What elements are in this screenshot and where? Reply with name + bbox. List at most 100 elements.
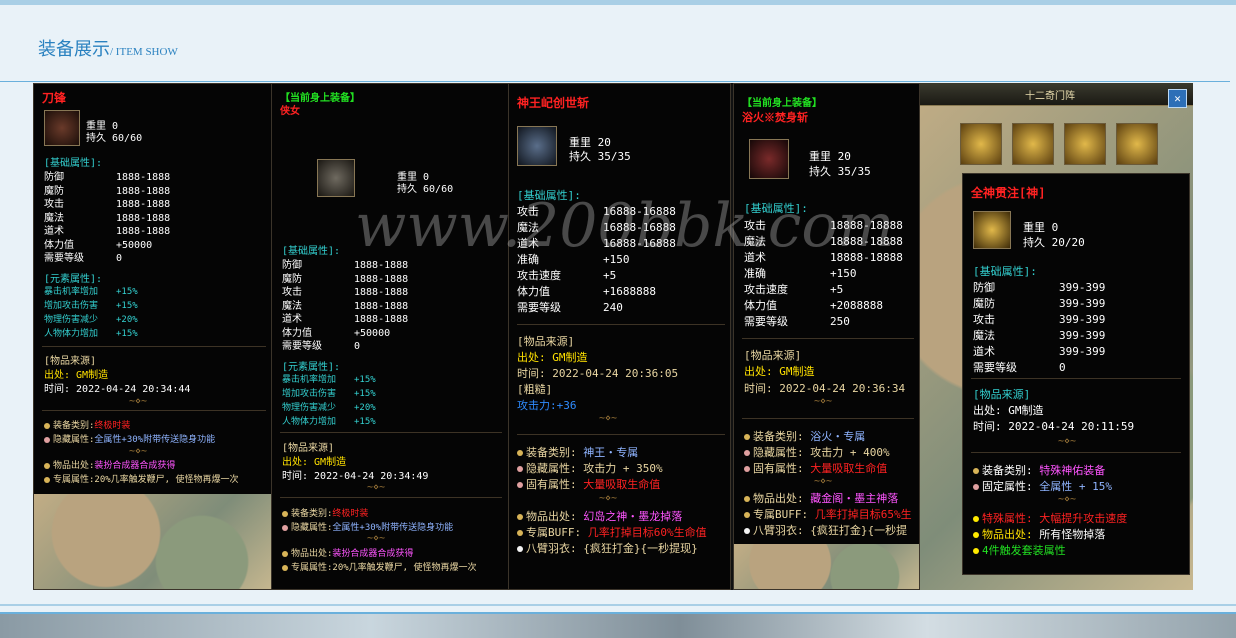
attr-row: 体力值 +2088888 [744, 297, 883, 313]
item-tooltip-shenwang: 神王屺创世斩 重里 20 持久 35/35 [基础属性]: 攻击 16888-16… [508, 83, 731, 590]
bullet-icon [973, 548, 979, 554]
attr-key: 防御 [973, 281, 995, 294]
bullet-icon [517, 466, 523, 472]
attr-row: 攻击速度 +5 [744, 281, 843, 297]
bullet-icon [744, 450, 750, 456]
bottom-border [0, 604, 1236, 606]
attr-value: 399-399 [1059, 281, 1106, 294]
attr-value: 399-399 [1059, 329, 1106, 342]
attr-key: 攻击速度 [744, 283, 788, 296]
time-text: 时间: 2022-04-24 20:36:34 [744, 382, 906, 395]
attr-value: +5 [603, 269, 617, 282]
bullet-icon [744, 434, 750, 440]
bullet-icon [44, 436, 50, 443]
equip-type-row: 装备类别:终极时装 [282, 506, 368, 519]
bullet-icon [973, 468, 979, 474]
durability-text: 持久 35/35 [569, 150, 631, 163]
window-title: 十二奇门阵 [1025, 91, 1075, 102]
divider [280, 497, 502, 498]
attr-value: 0 [354, 341, 361, 352]
item-name: 浴火※焚身斩 [742, 111, 808, 124]
hidden-attr-row: 隐藏属性:全属性+30%附带传送隐身功能 [44, 432, 215, 445]
attr-row: 需要等级 0 [44, 249, 122, 264]
bullet-icon [517, 482, 523, 488]
attr-key: 攻击速度 [517, 269, 561, 282]
source-text: 出处: GM制造 [973, 404, 1044, 417]
attr-key: 物理伤害减少 [44, 315, 99, 325]
item-name: 神王屺创世斩 [517, 96, 590, 110]
attr-key: 人物体力增加 [44, 329, 99, 339]
element-attr-header: [元素属性]: [282, 362, 341, 373]
section-title: 装备展示/ ITEM SHOW [38, 35, 178, 61]
source-text: 出处: GM制造 [44, 370, 109, 381]
divider [280, 432, 502, 433]
section-subtitle: / ITEM SHOW [110, 46, 178, 58]
durability-text: 持久 20/20 [1023, 236, 1085, 249]
section-title-text: 装备展示 [38, 39, 110, 60]
source-header: [物品来源] [744, 349, 802, 362]
attr-row: 防御 399-399 [973, 279, 1105, 295]
attr-key: 需要等级 [44, 253, 84, 264]
equip-type-row: 装备类别: 特殊神佑装备 [973, 462, 1105, 478]
attr-value: +15% [354, 375, 376, 385]
bullet-icon [973, 516, 979, 522]
divider [517, 324, 725, 325]
close-button[interactable]: ✕ [1168, 89, 1187, 108]
attr-value: 399-399 [1059, 297, 1106, 310]
attr-row: 增加攻击伤害 +15% [44, 298, 138, 311]
bullet-icon [973, 532, 979, 538]
attr-row: 物理伤害减少 +20% [282, 400, 376, 413]
time-text: 时间: 2022-04-24 20:34:44 [44, 384, 191, 395]
attr-row: 人物体力增加 +15% [44, 326, 138, 339]
durability-text: 持久 35/35 [809, 165, 871, 178]
bullet-icon [517, 514, 523, 520]
attr-key: 暴击机率增加 [282, 375, 337, 385]
source-text: 出处: GM制造 [517, 351, 588, 364]
attr-row: 人物体力增加 +15% [282, 414, 376, 427]
attr-value: 0 [116, 253, 123, 264]
base-attr-header: [基础属性]: [44, 158, 103, 169]
special-attr-row: 专属属性:20%几率触发鞭尸, 使怪物再爆一次 [44, 472, 239, 485]
origin-row: 物品出处: 藏金阁・墨主神落 [744, 490, 898, 506]
item-slot-1[interactable] [960, 123, 1002, 165]
wing-row: 八臂羽衣: {疯狂打金}{一秒提 [744, 522, 907, 538]
origin-row: 物品出处:装扮合成器合成获得 [282, 546, 413, 559]
item-slot-4[interactable] [1116, 123, 1158, 165]
bullet-icon [282, 510, 288, 517]
bullet-icon [44, 422, 50, 429]
attr-row: 体力值 +1688888 [517, 283, 656, 299]
bullet-icon [744, 528, 750, 534]
base-attr-header: [基础属性]: [973, 265, 1037, 278]
item-slot-3[interactable] [1064, 123, 1106, 165]
time-text: 时间: 2022-04-24 20:11:59 [973, 420, 1135, 433]
bullet-icon [973, 484, 979, 490]
element-attr-header: [元素属性]: [44, 274, 103, 285]
attr-value: +5 [830, 283, 844, 296]
ornament-divider: ~⋄~ [1058, 494, 1077, 505]
attr-row: 需要等级 240 [517, 299, 623, 315]
source-header: [物品来源] [973, 388, 1031, 401]
page-header: 装备展示/ ITEM SHOW [0, 5, 1236, 82]
sword-icon [517, 126, 557, 166]
equip-type-row: 装备类别: 浴火・专属 [744, 428, 865, 444]
divider [42, 346, 266, 347]
attr-key: 需要等级 [517, 301, 561, 314]
source-header: [物品来源] [282, 443, 335, 454]
ornament-divider: ~⋄~ [129, 446, 148, 457]
equip-type-row: 装备类别: 神王・专属 [517, 444, 638, 460]
attr-key: 增加攻击伤害 [44, 301, 99, 311]
item-slots [960, 123, 1160, 173]
ornament-divider: ~⋄~ [814, 396, 833, 407]
costume-icon [317, 159, 355, 197]
attr-key: 暴击机率增加 [44, 287, 99, 297]
attr-value: 0 [1059, 361, 1066, 374]
item-name: 刀锋 [42, 91, 67, 105]
source-text: 出处: GM制造 [282, 457, 347, 468]
ornament-divider: ~⋄~ [367, 533, 386, 544]
attr-row: 准确 +150 [744, 265, 857, 281]
game-window-shierqimen: 十二奇门阵 ✕ 全神贯注[神] 重里 0 持久 20/20 [基础属性]: 防御… [920, 83, 1193, 590]
ornament-divider: ~⋄~ [367, 482, 386, 493]
item-slot-2[interactable] [1012, 123, 1054, 165]
bullet-icon [282, 524, 288, 531]
attr-row: 攻击速度 +5 [517, 267, 616, 283]
